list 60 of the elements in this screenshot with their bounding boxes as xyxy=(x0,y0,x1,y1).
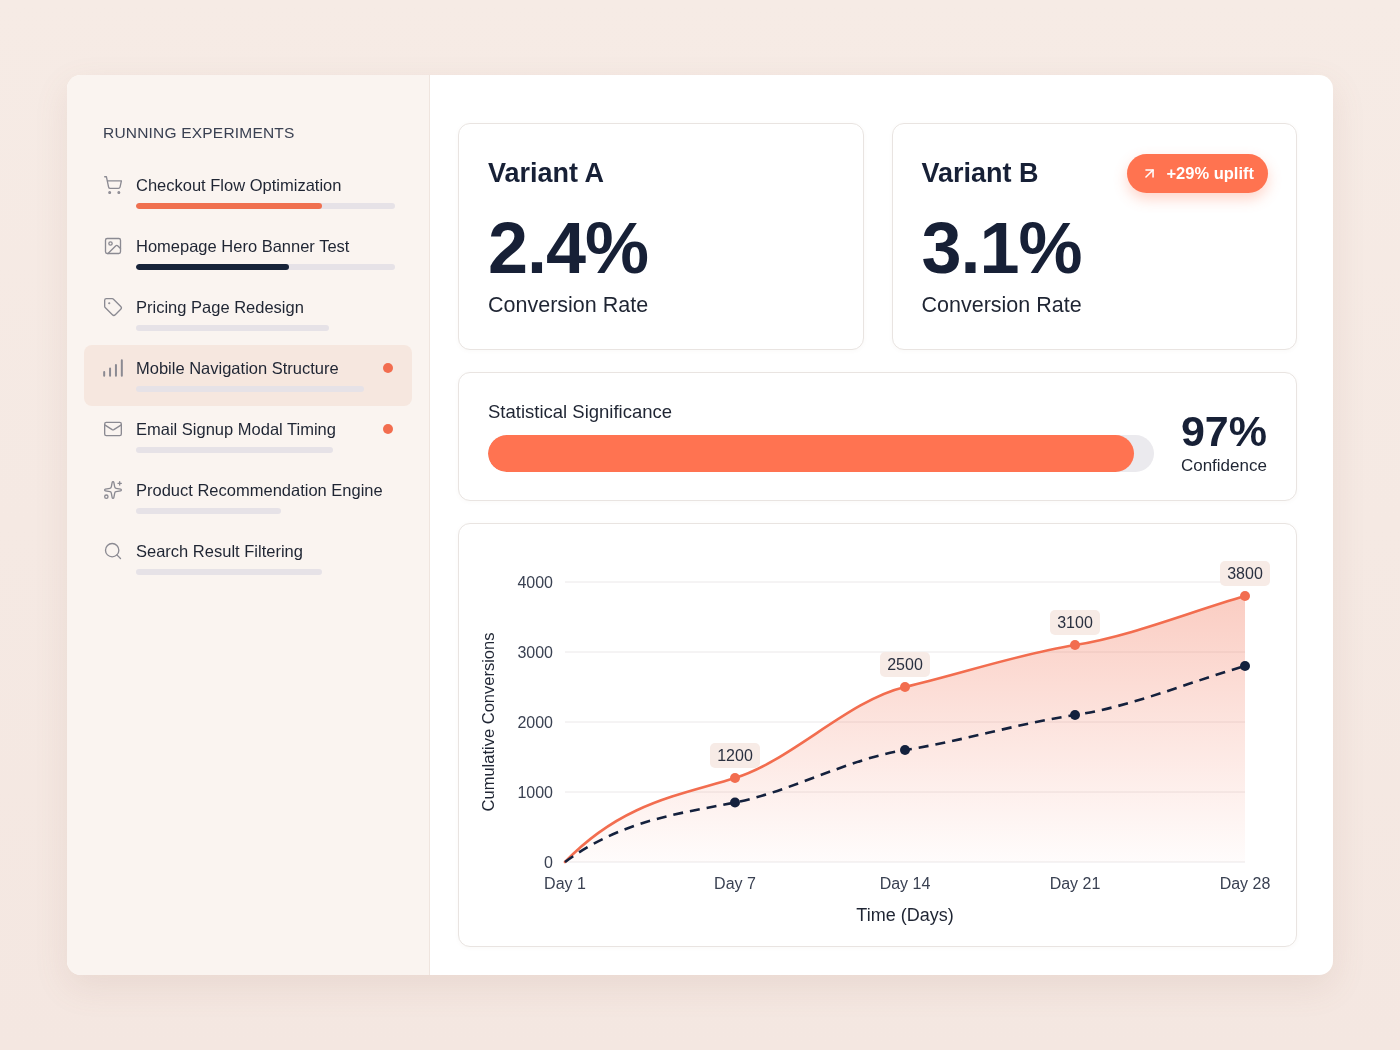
y-tick-label: 0 xyxy=(544,854,553,871)
confidence-label: Confidence xyxy=(1180,455,1267,477)
experiment-name: Homepage Hero Banner Test xyxy=(136,236,350,257)
bar-chart-icon xyxy=(103,358,123,378)
annotation: 2500 xyxy=(887,656,923,673)
value-label: 1200 xyxy=(710,743,760,768)
experiment-name: Pricing Page Redesign xyxy=(136,297,304,318)
image-icon xyxy=(103,236,123,256)
data-point xyxy=(730,797,740,808)
conversion-label: Conversion Rate xyxy=(488,292,649,318)
confidence-value: 97% xyxy=(1180,407,1267,455)
axis-title: Cumulative Conversions xyxy=(479,632,497,812)
data-point xyxy=(1070,710,1080,720)
data-point xyxy=(1240,591,1250,601)
conversion-value: 2.4% xyxy=(488,210,649,286)
uplift-label: +29% uplift xyxy=(1166,163,1254,183)
experiment-name: Email Signup Modal Timing xyxy=(136,419,336,440)
mail-icon xyxy=(103,419,123,439)
experiment-item[interactable]: Checkout Flow Optimization xyxy=(84,162,412,223)
x-tick-label: Day 21 xyxy=(1049,875,1101,892)
variant-title: Variant A xyxy=(488,157,605,189)
y-tick-label: 4000 xyxy=(517,574,553,591)
value-label: 3800 xyxy=(1220,561,1270,586)
x-tick-label: Day 14 xyxy=(879,875,931,892)
significance-label: Statistical Significance xyxy=(488,400,673,424)
data-point xyxy=(900,682,910,692)
experiment-name: Mobile Navigation Structure xyxy=(136,358,339,379)
experiment-name: Product Recommendation Engine xyxy=(136,480,383,501)
experiment-item[interactable]: Pricing Page Redesign xyxy=(84,284,412,345)
conversion-value: 3.1% xyxy=(921,210,1082,286)
experiment-name: Checkout Flow Optimization xyxy=(136,175,342,196)
x-tick-label: Day 28 xyxy=(1219,875,1271,892)
sparkles-icon xyxy=(103,480,123,500)
data-point xyxy=(730,773,740,783)
data-point xyxy=(900,745,910,755)
conversion-label: Conversion Rate xyxy=(921,292,1082,318)
variant-title: Variant B xyxy=(921,157,1039,189)
value-label: 2500 xyxy=(880,652,930,677)
experiment-item[interactable]: Search Result Filtering xyxy=(84,528,412,589)
axis-title: Time (Days) xyxy=(856,905,954,925)
experiment-name: Search Result Filtering xyxy=(136,541,303,562)
cart-icon xyxy=(103,175,123,195)
y-tick-label: 1000 xyxy=(517,784,553,801)
x-tick-label: Day 1 xyxy=(544,875,586,892)
sidebar-heading: RUNNING EXPERIMENTS xyxy=(102,123,296,143)
value-label: 3100 xyxy=(1050,610,1100,635)
data-point xyxy=(1070,640,1080,650)
annotation: 3800 xyxy=(1227,565,1263,582)
tag-icon xyxy=(103,297,123,317)
search-icon xyxy=(103,541,123,561)
y-tick-label: 3000 xyxy=(517,644,553,661)
annotation: 3100 xyxy=(1057,614,1093,631)
y-tick-label: 2000 xyxy=(517,714,553,731)
x-tick-label: Day 7 xyxy=(714,875,756,892)
annotation: 1200 xyxy=(717,747,753,764)
experiment-item[interactable]: Product Recommendation Engine xyxy=(84,467,412,528)
experiment-item[interactable]: Homepage Hero Banner Test xyxy=(84,223,412,284)
data-point xyxy=(1240,661,1250,671)
experiment-item[interactable]: Email Signup Modal Timing xyxy=(84,406,412,467)
experiment-item[interactable]: Mobile Navigation Structure xyxy=(84,345,412,406)
